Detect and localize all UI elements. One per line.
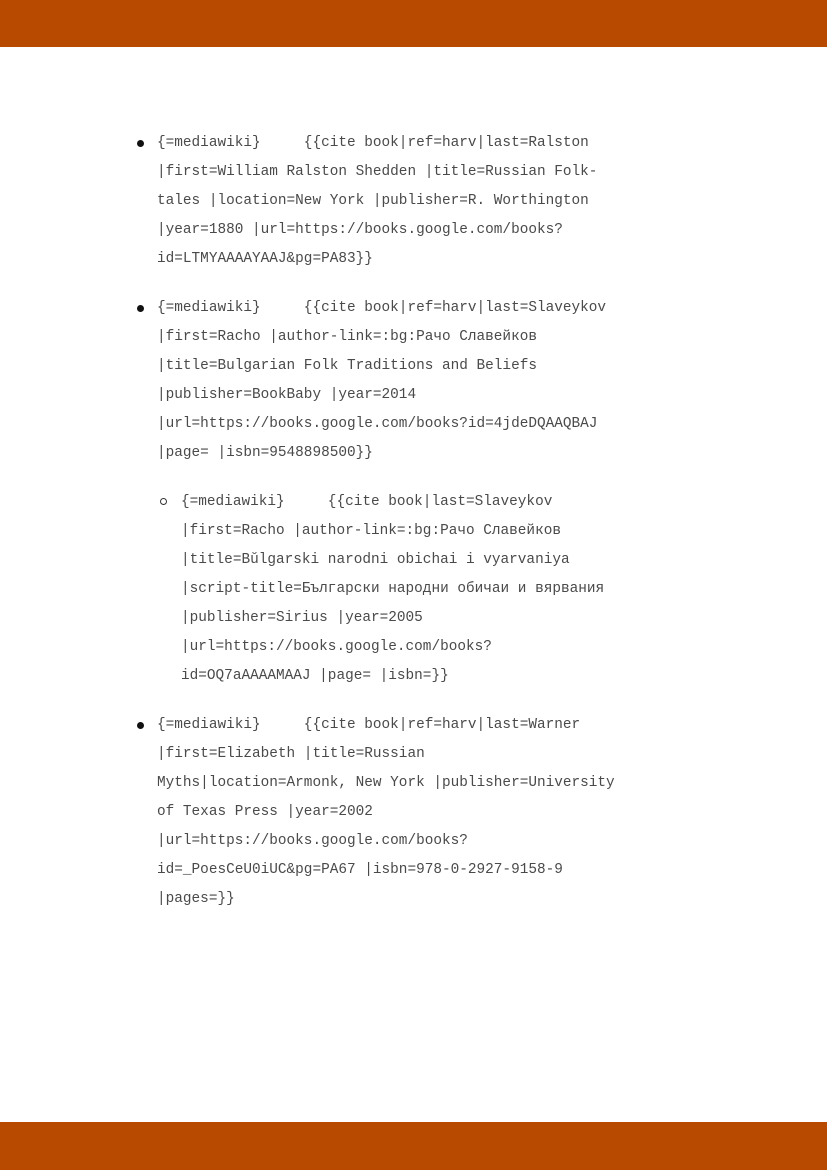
citation-line: |page= |isbn=9548898500}} (157, 445, 373, 461)
footer-bar (0, 1122, 827, 1170)
reference-item: {=mediawiki} {{cite book|ref=harv|last=W… (0, 711, 827, 914)
citation-line: |title=Bulgarian Folk Traditions and Bel… (157, 358, 537, 374)
citation-line: |url=https://books.google.com/books? (181, 639, 492, 655)
citation-line: {=mediawiki} {{cite book|last=Slaveykov (181, 494, 553, 510)
citation-line: Myths|location=Armonk, New York |publish… (157, 775, 615, 791)
citation-line: {=mediawiki} {{cite book|ref=harv|last=W… (157, 717, 581, 733)
citation-line: |url=https://books.google.com/books?id=4… (157, 416, 598, 432)
citation-line: {=mediawiki} {{cite book|ref=harv|last=R… (157, 135, 589, 151)
citation-line: of Texas Press |year=2002 (157, 804, 373, 820)
bullet-disc-icon (137, 305, 144, 312)
citation-line: id=OQ7aAAAAMAAJ |page= |isbn=}} (181, 668, 449, 684)
reference-list: {=mediawiki} {{cite book|ref=harv|last=R… (0, 129, 827, 934)
citation-line: |publisher=BookBaby |year=2014 (157, 387, 417, 403)
bullet-disc-icon (137, 140, 144, 147)
bullet-circle-icon (160, 498, 167, 505)
citation-line: id=_PoesCeU0iUC&pg=PA67 |isbn=978-0-2927… (157, 862, 563, 878)
citation-line: tales |location=New York |publisher=R. W… (157, 193, 589, 209)
sub-reference-item: {=mediawiki} {{cite book|last=Slaveykov |… (0, 488, 827, 691)
citation-line: |first=Racho |author-link=:bg:Рачо Славе… (157, 329, 537, 345)
citation-line: |year=1880 |url=https://books.google.com… (157, 222, 563, 238)
citation-line: id=LTMYAAAAYAAJ&pg=PA83}} (157, 251, 373, 267)
citation-line: |first=William Ralston Shedden |title=Ru… (157, 164, 598, 180)
citation-line: |first=Elizabeth |title=Russian (157, 746, 425, 762)
citation-line: |title=Bŭlgarski narodni obichai i vyarv… (181, 552, 570, 568)
citation-line: |script-title=Български народни обичаи и… (181, 581, 605, 597)
header-bar (0, 0, 827, 47)
citation-line: |publisher=Sirius |year=2005 (181, 610, 423, 626)
citation-line: {=mediawiki} {{cite book|ref=harv|last=S… (157, 300, 607, 316)
citation-line: |url=https://books.google.com/books? (157, 833, 468, 849)
bullet-disc-icon (137, 722, 144, 729)
reference-item: {=mediawiki} {{cite book|ref=harv|last=R… (0, 129, 827, 274)
citation-line: |first=Racho |author-link=:bg:Рачо Славе… (181, 523, 561, 539)
citation-line: |pages=}} (157, 891, 235, 907)
reference-item: {=mediawiki} {{cite book|ref=harv|last=S… (0, 294, 827, 468)
